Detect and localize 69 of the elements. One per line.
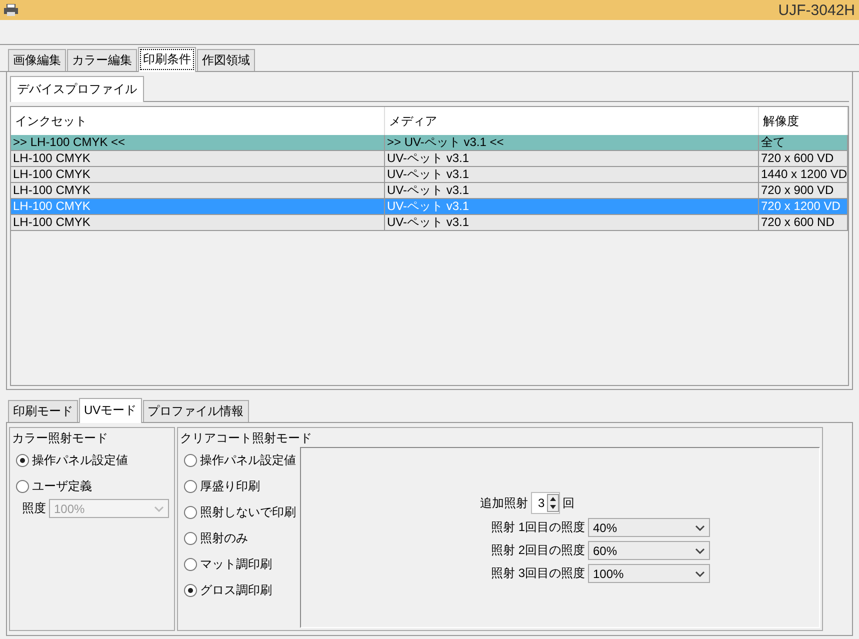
unit-label: 回: [562, 494, 575, 512]
table-cell: LH-100 CMYK: [11, 151, 385, 167]
field-label: 追加照射: [480, 494, 528, 512]
count-spinner[interactable]: 3: [531, 492, 560, 514]
radio-option[interactable]: 厚盛り印刷: [180, 473, 296, 499]
radio-option[interactable]: 照射のみ: [180, 525, 296, 551]
printer-icon: [4, 4, 18, 16]
table-cell: 720 x 600 ND: [759, 215, 848, 231]
column-header[interactable]: インクセット: [11, 107, 385, 135]
tab[interactable]: デバイスプロファイル: [10, 76, 144, 102]
group-title: クリアコート照射モード: [180, 430, 313, 447]
chevron-down-icon: [695, 524, 705, 530]
table-cell: 1440 x 1200 VD: [759, 167, 848, 183]
table-row[interactable]: LH-100 CMYK UV-ペット v3.1 720 x 600 VD: [11, 151, 848, 167]
tab[interactable]: カラー編集: [67, 49, 137, 71]
radio-button[interactable]: [16, 480, 29, 492]
intensity-dropdown[interactable]: 100%: [588, 564, 710, 583]
radio-button[interactable]: [184, 454, 197, 466]
table-cell: LH-100 CMYK: [11, 167, 385, 183]
tab[interactable]: UVモード: [79, 398, 142, 423]
window-title: UJF-3042H: [778, 2, 855, 18]
table-cell: UV-ペット v3.1: [385, 183, 759, 199]
radio-option[interactable]: 操作パネル設定値: [180, 447, 296, 473]
spinner-arrows-icon[interactable]: [546, 494, 559, 512]
table-cell: >> LH-100 CMYK <<: [11, 135, 385, 151]
tab[interactable]: 画像編集: [8, 49, 66, 71]
field-label: 照度: [22, 500, 46, 517]
table-row[interactable]: >> LH-100 CMYK << >> UV-ペット v3.1 << 全て: [11, 135, 848, 151]
radio-button[interactable]: [184, 558, 197, 570]
table-cell: 全て: [759, 135, 848, 151]
table-cell: 720 x 900 VD: [759, 183, 848, 199]
field-label: 照射 3回目の照度: [490, 565, 585, 582]
group-title: カラー照射モード: [12, 430, 109, 447]
table-row[interactable]: LH-100 CMYK UV-ペット v3.1 720 x 900 VD: [11, 183, 848, 199]
intensity-dropdown[interactable]: 40%: [588, 518, 710, 537]
column-header[interactable]: 解像度: [759, 107, 848, 135]
table-cell: LH-100 CMYK: [11, 215, 385, 231]
table-cell: UV-ペット v3.1: [385, 151, 759, 167]
tab[interactable]: プロファイル情報: [142, 400, 249, 422]
tab[interactable]: 印刷モード: [8, 400, 78, 422]
column-header[interactable]: メディア: [385, 107, 759, 135]
table-cell: LH-100 CMYK: [11, 183, 385, 199]
radio-button[interactable]: [184, 480, 197, 492]
tab[interactable]: 作図領域: [197, 49, 255, 71]
chevron-down-icon: [154, 506, 164, 512]
intensity-dropdown[interactable]: 60%: [588, 541, 710, 560]
radio-option[interactable]: 操作パネル設定値: [12, 447, 172, 473]
radio-button[interactable]: [16, 454, 29, 466]
table-cell: 720 x 1200 VD: [759, 199, 848, 215]
table-cell: >> UV-ペット v3.1 <<: [385, 135, 759, 151]
table-cell: 720 x 600 VD: [759, 151, 848, 167]
radio-button[interactable]: [184, 506, 197, 518]
radio-button[interactable]: [184, 532, 197, 544]
table-cell: UV-ペット v3.1: [385, 199, 759, 215]
field-label: 照射 2回目の照度: [490, 542, 585, 559]
tab[interactable]: 印刷条件: [138, 47, 196, 72]
chevron-down-icon: [695, 570, 705, 576]
table-row[interactable]: LH-100 CMYK UV-ペット v3.1 1440 x 1200 VD: [11, 167, 848, 183]
radio-option[interactable]: マット調印刷: [180, 551, 296, 577]
table-row[interactable]: LH-100 CMYK UV-ペット v3.1 720 x 600 ND: [11, 215, 848, 231]
chevron-down-icon: [695, 548, 705, 554]
field-label: 照射 1回目の照度: [490, 519, 585, 536]
radio-option[interactable]: ユーザ定義: [12, 473, 172, 499]
table-cell: LH-100 CMYK: [11, 199, 385, 215]
radio-button[interactable]: [184, 584, 197, 596]
radio-option[interactable]: 照射しないで印刷: [180, 499, 296, 525]
table-cell: UV-ペット v3.1: [385, 167, 759, 183]
radio-option[interactable]: グロス調印刷: [180, 577, 296, 603]
table-cell: UV-ペット v3.1: [385, 215, 759, 231]
